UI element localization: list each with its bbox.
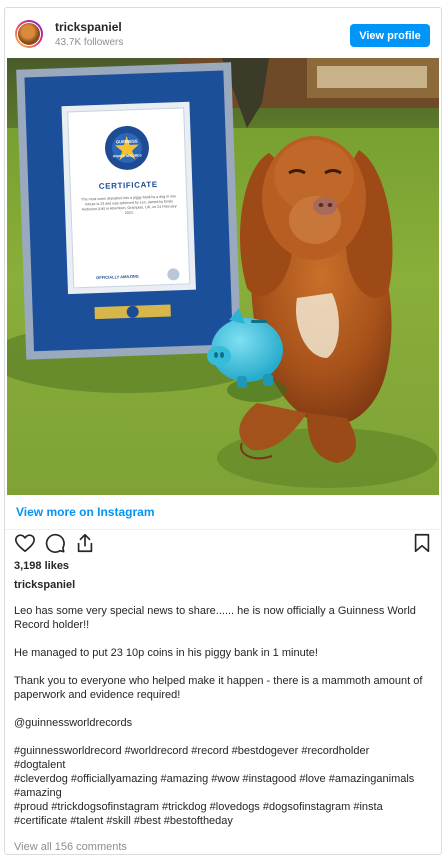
hashtags-line-5[interactable]: #proud #trickdogsofinstagram #trickdog #… [14, 800, 434, 814]
caption-mention[interactable]: @guinnessworldrecords [14, 716, 434, 730]
caption-username[interactable]: trickspaniel [14, 579, 75, 591]
like-count[interactable]: 3,198 likes [14, 560, 69, 572]
certificate-logo-line1: GUINNESS [116, 139, 138, 145]
heart-icon[interactable] [14, 532, 36, 554]
post-header: trickspaniel 43.7K followers View profil… [5, 8, 441, 58]
certificate-body: The most coins deposited into a piggy ba… [81, 194, 177, 216]
view-profile-button[interactable]: View profile [350, 24, 430, 47]
hashtags-line-6[interactable]: #certificate #talent #skill #best #besto… [14, 814, 434, 828]
view-more-on-instagram-link[interactable]: View more on Instagram [16, 505, 155, 519]
caption-paragraph-2: He managed to put 23 10p coins in his pi… [14, 647, 318, 659]
avatar-image [17, 22, 41, 46]
caption-paragraph-1: Leo has some very special news to share.… [14, 605, 416, 631]
hashtags-line-3[interactable]: #cleverdog #officiallyamazing #amazing #… [14, 772, 434, 786]
hashtags-line-2[interactable]: #dogtalent [14, 758, 434, 772]
view-more-link-row: View more on Instagram [5, 495, 441, 530]
comment-icon[interactable] [44, 532, 66, 554]
username[interactable]: trickspaniel [55, 20, 122, 34]
caption-paragraph-3: Thank you to everyone who helped make it… [14, 675, 423, 701]
post-caption: Leo has some very special news to share.… [14, 604, 434, 828]
view-all-comments-link[interactable]: View all 156 comments [14, 841, 127, 853]
avatar[interactable] [15, 20, 43, 48]
bookmark-icon[interactable] [411, 532, 433, 554]
hashtags-line-4[interactable]: #amazing [14, 786, 434, 800]
instagram-embed-card: trickspaniel 43.7K followers View profil… [4, 7, 442, 855]
post-photo[interactable]: GUINNESS WORLD RECORDS CERTIFICATE The m… [7, 58, 439, 495]
hashtags-line-1[interactable]: #guinnessworldrecord #worldrecord #recor… [14, 744, 434, 758]
photo-illustration: GUINNESS WORLD RECORDS CERTIFICATE The m… [7, 58, 439, 495]
share-icon[interactable] [74, 532, 96, 554]
follower-count: 43.7K followers [55, 37, 124, 48]
